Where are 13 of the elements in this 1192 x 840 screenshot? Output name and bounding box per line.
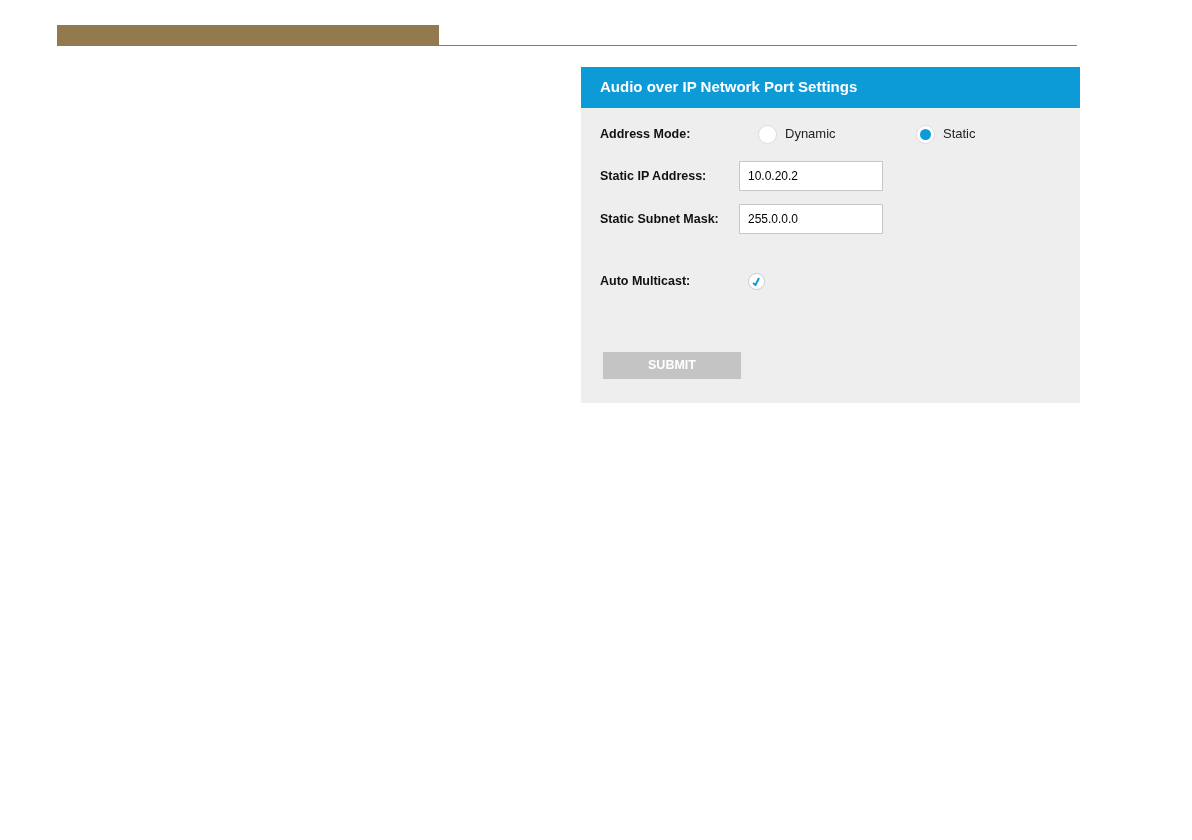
radio-button[interactable] [916, 124, 935, 144]
checkbox[interactable] [748, 272, 765, 290]
input-field[interactable]: 10.0.20.2 [739, 161, 883, 191]
panel-title: Audio over IP Network Port Settings [581, 67, 1080, 108]
field-label: Auto Multicast: [600, 273, 692, 290]
field-label: Static Subnet Mask: [600, 210, 720, 228]
radio-button[interactable] [758, 124, 777, 144]
option-label: Static [943, 125, 976, 144]
field-label: Address Mode: [600, 125, 692, 143]
check-icon [752, 276, 761, 286]
field-label: Static IP Address: [600, 167, 708, 185]
input-field[interactable]: 255.0.0.0 [739, 204, 883, 234]
option-label: Dynamic [785, 125, 836, 144]
